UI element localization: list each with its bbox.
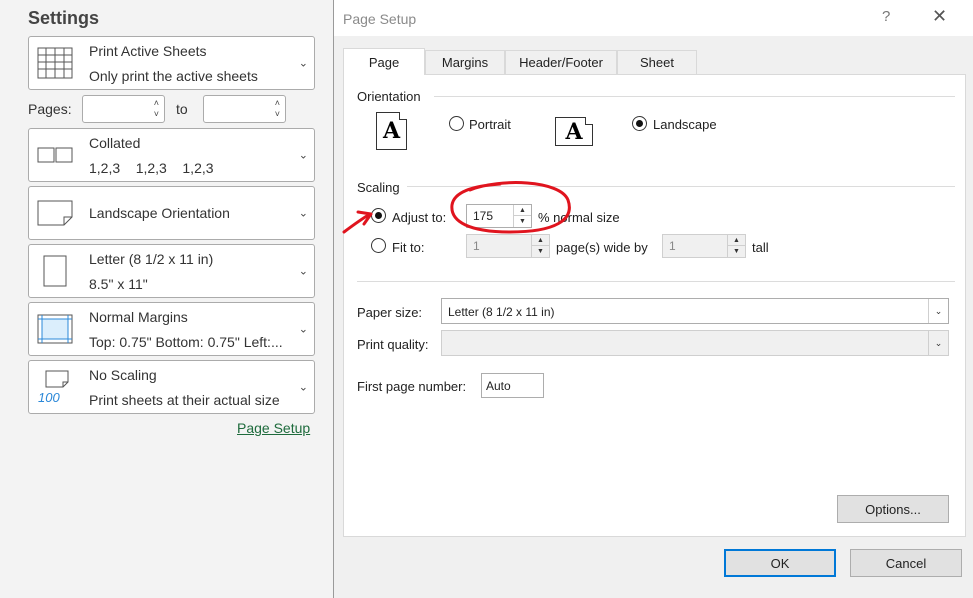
spin-down-icon[interactable]: ▼ — [532, 246, 549, 257]
orientation-divider — [434, 96, 955, 97]
section-divider — [357, 281, 955, 282]
margins-icon — [35, 312, 75, 346]
fit-tall-spinner[interactable]: 1 ▲ ▼ — [662, 234, 746, 258]
options-button[interactable]: Options... — [837, 495, 949, 523]
chevron-down-icon: ⌄ — [298, 265, 308, 278]
chevron-down-icon: ⌄ — [928, 331, 948, 355]
no-scaling-icon: 100 — [35, 370, 75, 405]
first-page-number-input[interactable]: Auto — [481, 373, 544, 398]
paper-page-icon — [35, 254, 75, 288]
scaling-group-label: Scaling — [357, 180, 400, 195]
orientation-dropdown[interactable]: Landscape Orientation ⌄ — [28, 186, 315, 240]
chevron-down-icon: ⌄ — [298, 57, 308, 70]
chevron-down-icon: ⌄ — [298, 381, 308, 394]
page-setup-link[interactable]: Page Setup — [237, 420, 310, 436]
paper-size-title: Letter (8 1/2 x 11 in) — [89, 251, 214, 267]
margins-dropdown[interactable]: Normal Margins Top: 0.75" Bottom: 0.75" … — [28, 302, 315, 356]
landscape-page-icon — [35, 196, 75, 230]
collated-pages-icon — [35, 138, 75, 172]
adjust-to-label: Adjust to: — [392, 210, 447, 225]
spin-arrows-icon[interactable]: ˄ ˅ — [154, 98, 159, 120]
collation-subtitle: 1,2,3 1,2,3 1,2,3 — [89, 160, 214, 176]
margins-title: Normal Margins — [89, 309, 188, 325]
spin-up-icon[interactable]: ▲ — [532, 235, 549, 246]
landscape-radio[interactable] — [632, 116, 647, 131]
adjust-to-suffix: % normal size — [538, 210, 620, 225]
pages-from-input[interactable]: ˄ ˅ — [82, 95, 165, 123]
spin-down-icon[interactable]: ▼ — [514, 216, 531, 227]
paper-size-select[interactable]: Letter (8 1/2 x 11 in) ⌄ — [441, 298, 949, 324]
first-page-number-label: First page number: — [357, 379, 467, 394]
scaling-divider — [407, 186, 955, 187]
ok-button[interactable]: OK — [724, 549, 836, 577]
adjust-to-value: 175 — [473, 209, 494, 223]
pages-to-input[interactable]: ˄ ˅ — [203, 95, 286, 123]
first-page-number-value: Auto — [486, 379, 511, 393]
dialog-titlebar: Page Setup ? ✕ — [334, 0, 973, 36]
orientation-group-label: Orientation — [357, 89, 421, 104]
chevron-down-icon: ⌄ — [298, 323, 308, 336]
tab-header-footer[interactable]: Header/Footer — [505, 50, 617, 74]
paper-size-subtitle: 8.5" x 11" — [89, 276, 148, 292]
landscape-page-icon: A — [555, 117, 593, 146]
print-settings-panel: Settings Print Active Sheets Only print … — [0, 0, 333, 598]
portrait-page-icon: A — [376, 112, 407, 150]
help-icon[interactable]: ? — [882, 8, 890, 25]
scaling-title: No Scaling — [89, 367, 157, 383]
print-quality-label: Print quality: — [357, 337, 429, 352]
sheets-grid-icon — [35, 46, 75, 80]
fit-wide-spinner[interactable]: 1 ▲ ▼ — [466, 234, 550, 258]
print-quality-select[interactable]: ⌄ — [441, 330, 949, 356]
spin-arrows-icon[interactable]: ˄ ˅ — [275, 98, 280, 120]
scaling-icon-text: 100 — [38, 390, 60, 405]
adjust-to-radio[interactable] — [371, 208, 386, 223]
paper-size-label: Paper size: — [357, 305, 423, 320]
spin-up-icon[interactable]: ▲ — [728, 235, 745, 246]
chevron-down-icon: ⌄ — [298, 207, 308, 220]
fit-tall-suffix: tall — [752, 240, 769, 255]
collation-dropdown[interactable]: Collated 1,2,3 1,2,3 1,2,3 ⌄ — [28, 128, 315, 182]
chevron-down-icon: ⌄ — [928, 299, 948, 323]
fit-tall-value: 1 — [669, 239, 676, 253]
tab-margins[interactable]: Margins — [425, 50, 505, 74]
fit-to-label: Fit to: — [392, 240, 425, 255]
spin-down-icon[interactable]: ▼ — [728, 246, 745, 257]
pages-to-label: to — [176, 101, 188, 117]
settings-title: Settings — [28, 8, 100, 28]
close-icon[interactable]: ✕ — [932, 6, 947, 27]
landscape-label: Landscape — [653, 117, 717, 132]
scaling-dropdown[interactable]: 100 No Scaling Print sheets at their act… — [28, 360, 315, 414]
collation-title: Collated — [89, 135, 141, 151]
scaling-subtitle: Print sheets at their actual size — [89, 392, 280, 408]
paper-size-dropdown[interactable]: Letter (8 1/2 x 11 in) 8.5" x 11" ⌄ — [28, 244, 315, 298]
fit-wide-suffix: page(s) wide by — [556, 240, 648, 255]
chevron-down-icon: ⌄ — [298, 149, 308, 162]
spin-up-icon[interactable]: ▲ — [514, 205, 531, 216]
print-what-title: Print Active Sheets — [89, 43, 207, 59]
fit-wide-value: 1 — [473, 239, 480, 253]
fit-to-radio[interactable] — [371, 238, 386, 253]
adjust-to-spinner[interactable]: 175 ▲ ▼ — [466, 204, 532, 228]
paper-size-value: Letter (8 1/2 x 11 in) — [448, 305, 555, 319]
portrait-label: Portrait — [469, 117, 511, 132]
cancel-button[interactable]: Cancel — [850, 549, 962, 577]
margins-subtitle: Top: 0.75" Bottom: 0.75" Left:... — [89, 334, 283, 350]
tab-sheet[interactable]: Sheet — [617, 50, 697, 74]
pages-label: Pages: — [28, 101, 72, 117]
print-what-dropdown[interactable]: Print Active Sheets Only print the activ… — [28, 36, 315, 90]
print-what-subtitle: Only print the active sheets — [89, 68, 258, 84]
page-setup-dialog: Page Setup ? ✕ Page Margins Header/Foote… — [333, 0, 973, 598]
tab-page[interactable]: Page — [343, 48, 425, 75]
orientation-title: Landscape Orientation — [89, 205, 230, 221]
portrait-radio[interactable] — [449, 116, 464, 131]
dialog-title: Page Setup — [343, 11, 417, 27]
page-tab-panel: Orientation A Portrait A Landscape Scali… — [343, 74, 966, 537]
